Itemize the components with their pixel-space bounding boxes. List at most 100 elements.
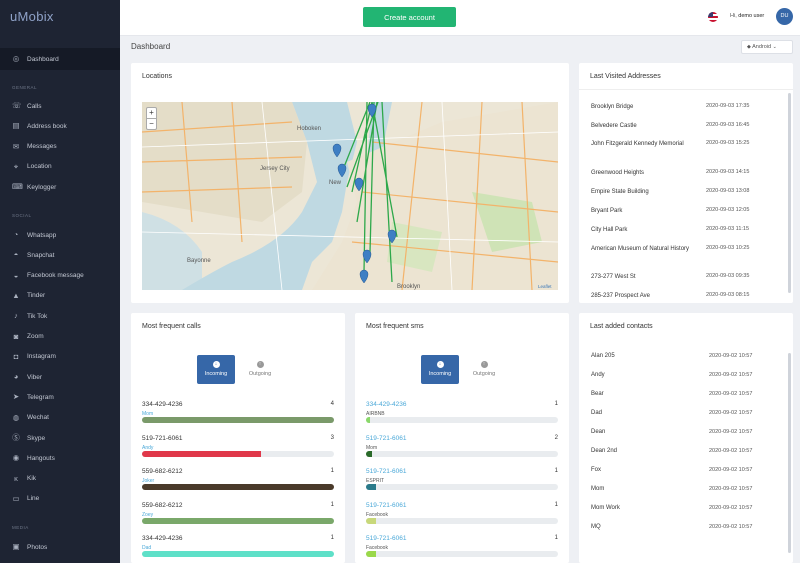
contact-name: Andy xyxy=(591,372,605,378)
facebook-icon: ◒ xyxy=(13,270,19,280)
user-greeting: Hi, demo user xyxy=(730,13,765,19)
list-item[interactable]: Dean 2020-09-02 10:57 xyxy=(591,429,786,435)
create-account-button[interactable]: Create account xyxy=(363,7,456,27)
progress-bar xyxy=(366,551,558,557)
zoom-in-button[interactable]: + xyxy=(147,108,156,119)
sidebar-item-hangouts[interactable]: ◉ Hangouts xyxy=(12,452,55,464)
instagram-icon: ◘ xyxy=(13,351,19,361)
address-name: Belvedere Castle xyxy=(591,123,637,129)
sidebar-item-messages[interactable]: ✉ Messages xyxy=(12,141,57,153)
card-title: Most frequent calls xyxy=(142,323,201,330)
map-label: Brooklyn xyxy=(397,284,420,290)
app-logo[interactable]: uMobix xyxy=(0,0,120,34)
hangouts-icon: ◉ xyxy=(12,453,20,463)
address-name: 273-277 West St xyxy=(591,274,636,280)
tab-incoming[interactable]: ↓ Incoming xyxy=(197,355,235,384)
sidebar-item-photos[interactable]: ▣ Photos xyxy=(12,541,47,553)
card-title: Last Visited Addresses xyxy=(590,73,661,80)
sidebar-item-location[interactable]: ⌖ Location xyxy=(12,161,52,173)
tinder-icon: ▲ xyxy=(12,290,20,300)
sidebar-item-instagram[interactable]: ◘ Instagram xyxy=(12,351,56,363)
contact-name: Mom Work xyxy=(591,505,620,511)
message-icon: ✉ xyxy=(12,141,20,151)
contact-name: Zoey xyxy=(142,511,154,518)
locations-card: Locations Hoboken Jersey City New Bayonn… xyxy=(131,63,569,303)
address-name: 285-237 Prospect Ave xyxy=(591,293,650,299)
count: 1 xyxy=(330,501,334,508)
sidebar-item-telegram[interactable]: ➤ Telegram xyxy=(12,391,54,403)
list-item[interactable]: Mom Work 2020-09-02 10:57 xyxy=(591,505,786,511)
card-title: Last added contacts xyxy=(590,323,653,330)
sidebar-item-label: Facebook message xyxy=(27,272,84,280)
tab-outgoing[interactable]: ↑ Outgoing xyxy=(465,355,503,384)
sidebar-item-whatsapp[interactable]: ◔ Whatsapp xyxy=(12,229,57,241)
sidebar-item-keylogger[interactable]: ⌨ Keylogger xyxy=(12,181,56,193)
sidebar-item-dashboard[interactable]: ◎ Dashboard xyxy=(12,53,59,65)
sidebar-item-label: Zoom xyxy=(27,333,44,340)
address-name: John Fitzgerald Kennedy Memorial xyxy=(591,141,684,147)
avatar[interactable]: DU xyxy=(776,8,793,25)
list-item[interactable]: Dad 2020-09-02 10:57 xyxy=(591,410,786,416)
sidebar-item-label: Tik Tok xyxy=(27,312,48,320)
sidebar-item-viber[interactable]: ◕ Viber xyxy=(12,371,42,383)
sidebar-item-kik[interactable]: κ Kik xyxy=(12,473,36,485)
list-item[interactable]: Bear 2020-09-02 10:57 xyxy=(591,391,786,397)
page-title: Dashboard xyxy=(131,42,171,51)
scrollbar[interactable] xyxy=(788,93,791,293)
sidebar-item-snapchat[interactable]: ◓ Snapchat xyxy=(12,249,55,261)
list-item[interactable]: Mom 2020-09-02 10:57 xyxy=(591,486,786,492)
calls-card: Most frequent calls ↓ Incoming ↑ Outgoing … xyxy=(131,313,345,563)
sidebar-item-label: Location xyxy=(27,163,52,171)
device-select[interactable]: ◆ Android ⌄ xyxy=(741,40,793,54)
map-label: Hoboken xyxy=(297,126,321,132)
list-item[interactable]: Fox 2020-09-02 10:57 xyxy=(591,467,786,473)
sidebar-item-tinder[interactable]: ▲ Tinder xyxy=(12,290,45,302)
address-time: 2020-09-03 09:35 xyxy=(706,273,750,279)
sidebar-item-address-book[interactable]: ▤ Address book xyxy=(12,120,66,132)
dashboard-icon: ◎ xyxy=(12,54,20,63)
keyboard-icon: ⌨ xyxy=(12,182,23,192)
sidebar-item-calls[interactable]: ☏ Calls xyxy=(12,100,41,112)
address-time: 2020-09-03 13:08 xyxy=(706,188,750,194)
photo-icon: ▣ xyxy=(12,542,20,551)
sidebar-item-facebook-message[interactable]: ◒ Facebook message xyxy=(12,270,84,282)
sidebar: uMobix ◎ Dashboard GENERAL ☏ Calls ▤ Addres… xyxy=(0,0,120,563)
sidebar-item-label: Viber xyxy=(27,373,43,381)
phone-number: 559-682-6212 xyxy=(142,501,183,509)
phone-number: 334-429-4236 xyxy=(142,535,183,542)
address-time: 2020-09-03 14:15 xyxy=(706,169,750,175)
map-attribution[interactable]: Leaflet xyxy=(538,284,552,289)
sidebar-item-label: Whatsapp xyxy=(27,231,57,239)
phone-number: 559-682-6212 xyxy=(142,468,183,475)
us-flag-icon[interactable] xyxy=(708,12,718,22)
wechat-icon: ◍ xyxy=(12,412,20,422)
progress-fill xyxy=(142,417,334,423)
count: 1 xyxy=(330,468,334,474)
address-name: Bryant Park xyxy=(591,208,623,214)
scrollbar[interactable] xyxy=(788,353,791,553)
count: 4 xyxy=(330,401,334,407)
locations-map[interactable]: Hoboken Jersey City New Bayonne Brooklyn… xyxy=(142,102,558,290)
zoom-out-button[interactable]: − xyxy=(147,119,156,129)
progress-fill xyxy=(366,417,370,423)
tab-outgoing[interactable]: ↑ Outgoing xyxy=(241,355,279,384)
contact-name: Fox xyxy=(591,467,602,473)
list-item[interactable]: Alan 205 2020-09-02 10:57 xyxy=(591,353,786,359)
tab-incoming[interactable]: ↓ Incoming xyxy=(421,355,459,384)
phone-number: 334-429-4236 xyxy=(142,401,183,408)
contact-name: Bear xyxy=(591,391,604,397)
sidebar-item-tik-tok[interactable]: ♪ Tik Tok xyxy=(12,310,47,322)
list-item[interactable]: Andy 2020-09-02 10:57 xyxy=(591,372,786,378)
progress-bar xyxy=(142,551,334,557)
contact-name: Dad xyxy=(591,410,603,416)
telegram-icon: ➤ xyxy=(12,392,20,402)
list-item[interactable]: Dean 2nd 2020-09-02 10:57 xyxy=(591,448,786,454)
sidebar-item-wechat[interactable]: ◍ Wechat xyxy=(12,412,49,424)
contact-time: 2020-09-02 10:57 xyxy=(709,448,753,454)
sidebar-item-line[interactable]: ▭ Line xyxy=(12,493,39,505)
address-time: 2020-09-03 12:05 xyxy=(706,207,750,213)
sidebar-item-zoom[interactable]: ◙ Zoom xyxy=(12,331,44,343)
sidebar-item-skype[interactable]: Ⓢ Skype xyxy=(12,432,45,444)
progress-bar xyxy=(142,484,334,490)
list-item[interactable]: MQ 2020-09-02 10:57 xyxy=(591,524,786,530)
